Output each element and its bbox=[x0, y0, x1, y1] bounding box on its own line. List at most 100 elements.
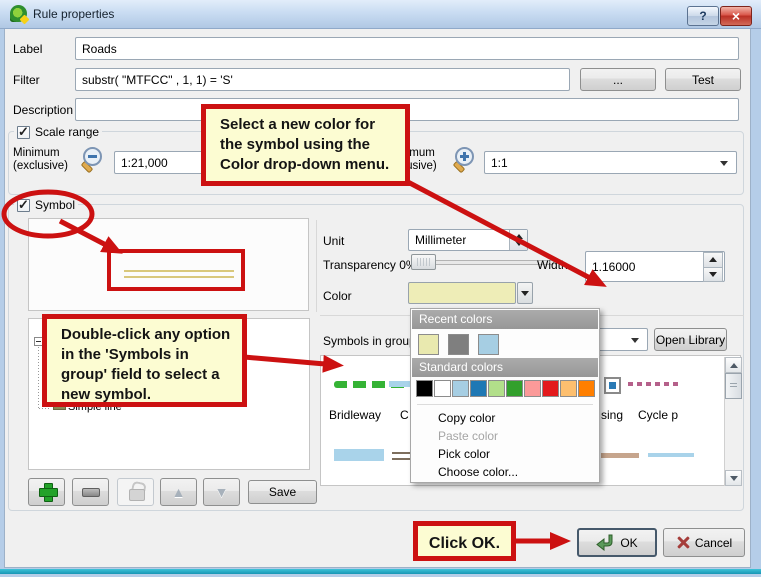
label-field-label: Label bbox=[13, 42, 43, 56]
check-icon: ✓ bbox=[18, 196, 29, 212]
scale-range-checkbox[interactable]: ✓ bbox=[17, 123, 30, 139]
minimum-scale-value: 1:21,000 bbox=[121, 155, 168, 170]
menu-item-paste-color: Paste color bbox=[438, 429, 499, 443]
remove-icon bbox=[81, 487, 100, 497]
standard-color-swatch[interactable] bbox=[434, 380, 451, 397]
filter-field-label: Filter bbox=[13, 73, 40, 87]
maximum-scale-value: 1:1 bbox=[491, 155, 508, 170]
move-down-icon: ▼ bbox=[214, 484, 229, 500]
standard-color-swatch[interactable] bbox=[452, 380, 469, 397]
lock-icon bbox=[118, 478, 153, 506]
symbol-thumb-cycle-path[interactable] bbox=[628, 382, 680, 386]
symbol-thumb-crossing[interactable] bbox=[604, 377, 621, 394]
callout-click-ok: Click OK. bbox=[413, 521, 516, 561]
color-label: Color bbox=[323, 289, 352, 303]
check-icon: ✓ bbox=[18, 123, 29, 139]
qgis-app-icon bbox=[10, 5, 30, 25]
color-button[interactable] bbox=[408, 282, 516, 304]
callout-color-dropdown: Select a new color for the symbol using … bbox=[201, 104, 410, 186]
filter-input-value: substr( "MTFCC" , 1, 1) = 'S' bbox=[82, 72, 233, 87]
width-label: Width bbox=[537, 258, 568, 272]
symbol-thumb[interactable] bbox=[601, 453, 639, 458]
symbol-thumb[interactable] bbox=[389, 381, 411, 387]
filter-input[interactable]: substr( "MTFCC" , 1, 1) = 'S' bbox=[75, 68, 570, 91]
symbol-thumb[interactable] bbox=[392, 452, 411, 460]
standard-color-swatch[interactable] bbox=[470, 380, 487, 397]
cancel-icon bbox=[676, 535, 691, 550]
spin-up-icon[interactable] bbox=[703, 252, 723, 268]
label-input-value: Roads bbox=[82, 41, 117, 56]
scale-range-toggle[interactable]: ✓ Scale range bbox=[14, 123, 103, 139]
symbol-toggle[interactable]: ✓ Symbol bbox=[14, 196, 79, 212]
tree-line bbox=[39, 408, 50, 409]
symbol-item-label[interactable]: sing bbox=[601, 408, 631, 422]
open-library-button[interactable]: Open Library bbox=[654, 328, 727, 351]
recent-color-swatch[interactable] bbox=[478, 334, 499, 355]
menu-item-pick-color[interactable]: Pick color bbox=[411, 445, 599, 463]
description-field-label: Description bbox=[13, 103, 74, 117]
save-button[interactable]: Save bbox=[248, 480, 317, 504]
remove-layer-button[interactable] bbox=[72, 478, 109, 506]
ok-label: OK bbox=[620, 535, 638, 550]
menu-item-copy-color[interactable]: Copy color bbox=[411, 409, 599, 427]
scrollbar-thumb[interactable] bbox=[725, 373, 742, 399]
menu-item-choose-color[interactable]: Choose color... bbox=[411, 463, 599, 481]
symbol-item-label[interactable]: Bridleway bbox=[329, 408, 399, 422]
standard-color-swatch[interactable] bbox=[488, 380, 505, 397]
menu-separator bbox=[417, 404, 593, 405]
width-value: 1.16000 bbox=[592, 259, 636, 274]
move-up-button[interactable]: ▲ bbox=[160, 478, 197, 506]
unit-value: Millimeter bbox=[415, 233, 467, 247]
close-button[interactable]: × bbox=[720, 6, 752, 26]
cancel-button[interactable]: Cancel bbox=[663, 528, 745, 557]
zoom-in-icon bbox=[450, 146, 476, 174]
callout-symbols-in-group: Double-click any option in the 'Symbols … bbox=[42, 314, 247, 407]
zoom-out-icon bbox=[78, 146, 104, 174]
recent-color-swatch[interactable] bbox=[418, 334, 439, 355]
scrollbar-up-icon[interactable] bbox=[725, 357, 742, 373]
symbols-in-group-label: Symbols in group bbox=[323, 334, 416, 348]
expression-builder-button[interactable]: ... bbox=[580, 68, 656, 91]
dropdown-arrow-icon bbox=[720, 161, 728, 166]
maximum-scale-combo[interactable]: 1:1 bbox=[484, 151, 737, 174]
standard-color-swatch[interactable] bbox=[506, 380, 523, 397]
symbol-thumb[interactable] bbox=[334, 449, 384, 461]
help-button[interactable]: ? bbox=[687, 6, 719, 26]
unit-select[interactable]: Millimeter bbox=[408, 229, 528, 251]
standard-color-swatch[interactable] bbox=[416, 380, 433, 397]
standard-color-swatch[interactable] bbox=[578, 380, 595, 397]
symbol-item-label[interactable]: Cycle p bbox=[638, 408, 702, 422]
title-bar[interactable]: Rule properties ? × bbox=[0, 0, 761, 29]
symbol-checkbox[interactable]: ✓ bbox=[17, 196, 30, 212]
standard-colors-header: Standard colors bbox=[412, 358, 598, 377]
spin-down-icon[interactable] bbox=[703, 266, 723, 282]
standard-color-swatch[interactable] bbox=[560, 380, 577, 397]
lock-layer-button[interactable] bbox=[117, 478, 154, 506]
ok-icon bbox=[596, 534, 613, 551]
color-dropdown-menu: Recent colors Standard colors Copy color… bbox=[410, 308, 600, 483]
recent-color-swatch[interactable] bbox=[448, 334, 469, 355]
scrollbar-down-icon[interactable] bbox=[725, 470, 742, 486]
save-label: Save bbox=[268, 485, 297, 499]
move-down-button[interactable]: ▼ bbox=[203, 478, 240, 506]
help-icon: ? bbox=[699, 9, 707, 23]
ok-button[interactable]: OK bbox=[577, 528, 657, 557]
dropdown-arrow-icon bbox=[521, 290, 529, 296]
standard-color-swatch[interactable] bbox=[524, 380, 541, 397]
color-dropdown-button[interactable] bbox=[517, 282, 533, 304]
rule-properties-dialog: Rule properties ? × Label Roads Filter s… bbox=[0, 0, 761, 577]
add-icon bbox=[29, 478, 64, 506]
standard-color-swatch[interactable] bbox=[542, 380, 559, 397]
transparency-slider-handle[interactable] bbox=[411, 254, 436, 270]
symbols-scrollbar[interactable] bbox=[724, 357, 742, 486]
label-input[interactable]: Roads bbox=[75, 37, 739, 60]
minimum-label: Minimum (exclusive) bbox=[13, 147, 68, 172]
add-layer-button[interactable] bbox=[28, 478, 65, 506]
spin-updown-icon[interactable] bbox=[509, 230, 527, 250]
test-button[interactable]: Test bbox=[665, 68, 741, 91]
window-title: Rule properties bbox=[33, 7, 115, 21]
test-button-label: Test bbox=[691, 72, 714, 87]
open-library-label: Open Library bbox=[655, 332, 726, 347]
width-spinner[interactable] bbox=[703, 252, 723, 282]
symbol-thumb[interactable] bbox=[648, 453, 694, 457]
